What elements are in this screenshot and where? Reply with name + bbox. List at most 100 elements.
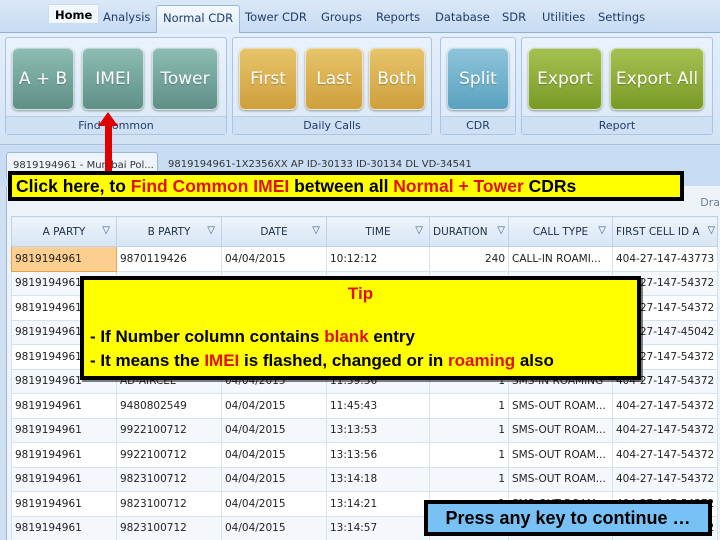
table-cell[interactable]: 13:13:56 xyxy=(326,442,430,468)
imei-button[interactable]: IMEI xyxy=(82,48,144,110)
table-cell[interactable]: 11:45:43 xyxy=(326,393,430,419)
table-row[interactable]: 9819194961 9922100712 04/04/2015 13:13:53 1 S… xyxy=(11,417,719,443)
last-button[interactable]: Last xyxy=(305,48,363,110)
callout-arrow-shaft xyxy=(105,124,112,174)
filter-icon[interactable]: ▽ xyxy=(207,225,215,236)
table-cell[interactable]: 04/04/2015 xyxy=(221,491,327,517)
tab-sdr[interactable]: SDR xyxy=(496,5,532,29)
callout-text: between all xyxy=(289,176,394,196)
tip-text: - It means the xyxy=(90,351,205,370)
table-cell[interactable]: SMS-OUT ROAM... xyxy=(508,417,613,443)
tip-text: is flashed, changed or in xyxy=(239,351,449,370)
table-cell[interactable]: 1 xyxy=(429,466,509,492)
filter-icon[interactable]: ▽ xyxy=(708,225,716,236)
tip-line-2: - It means the IMEI is flashed, changed … xyxy=(90,351,554,371)
tab-normal-cdr[interactable]: Normal CDR xyxy=(156,5,241,34)
table-cell[interactable]: 04/04/2015 xyxy=(221,246,327,272)
tab-tower-cdr[interactable]: Tower CDR xyxy=(239,5,313,29)
tab-utilities[interactable]: Utilities xyxy=(536,5,591,29)
first-button[interactable]: First xyxy=(239,48,297,110)
column-header-first-cell-id-a[interactable]: FIRST CELL ID A ▽ xyxy=(611,216,719,247)
tab-reports[interactable]: Reports xyxy=(370,5,426,29)
table-cell[interactable]: 9823100712 xyxy=(116,515,222,540)
table-cell[interactable]: 404-27-147-54372 xyxy=(611,393,719,419)
export-all-button[interactable]: Export All xyxy=(610,48,704,110)
table-cell[interactable]: 9922100712 xyxy=(116,442,222,468)
table-cell[interactable]: SMS-OUT ROAM... xyxy=(508,393,613,419)
table-cell[interactable]: 404-27-147-54372 xyxy=(611,442,719,468)
table-cell[interactable]: 10:12:12 xyxy=(326,246,430,272)
table-cell[interactable]: 1 xyxy=(429,393,509,419)
callout-highlight: Find Common IMEI xyxy=(130,176,290,196)
column-label: FIRST CELL ID A xyxy=(616,225,700,238)
table-cell[interactable]: 9480802549 xyxy=(116,393,222,419)
tip-callout: Tip - If Number column contains blank en… xyxy=(80,276,641,380)
column-header-duration[interactable]: DURATION ▽ xyxy=(429,216,509,247)
column-header-date[interactable]: DATE ▽ xyxy=(221,216,327,247)
table-cell[interactable]: 9819194961 xyxy=(11,491,117,517)
table-cell[interactable]: 1 xyxy=(429,417,509,443)
table-cell[interactable]: 9819194961 xyxy=(11,466,117,492)
table-cell[interactable]: 9819194961 xyxy=(11,442,117,468)
column-header-b-party[interactable]: B PARTY ▽ xyxy=(116,216,222,247)
table-cell[interactable]: 1 xyxy=(429,442,509,468)
table-cell[interactable]: 9922100712 xyxy=(116,417,222,443)
continue-prompt[interactable]: Press any key to continue … xyxy=(424,500,712,536)
table-cell[interactable]: 04/04/2015 xyxy=(221,466,327,492)
table-cell[interactable]: 9870119426 xyxy=(116,246,222,272)
table-cell[interactable]: 404-27-147-54372 xyxy=(611,417,719,443)
table-cell[interactable]: 404-27-147-54372 xyxy=(611,466,719,492)
table-cell[interactable]: 9819194961 xyxy=(11,393,117,419)
tip-highlight: roaming xyxy=(448,351,516,370)
table-row[interactable]: 9819194961 9922100712 04/04/2015 13:13:56 1 S… xyxy=(11,442,719,468)
table-cell[interactable]: 13:13:53 xyxy=(326,417,430,443)
table-cell[interactable]: 9819194961 xyxy=(11,417,117,443)
filter-icon[interactable]: ▽ xyxy=(598,225,606,236)
tower-button[interactable]: Tower xyxy=(152,48,218,110)
tip-line-1: - If Number column contains blank entry xyxy=(90,327,415,347)
column-header-a-party[interactable]: A PARTY ▽ xyxy=(11,216,117,247)
table-row[interactable]: 9819194961 9823100712 04/04/2015 13:14:18 1 S… xyxy=(11,466,719,492)
group-by-drag-hint: Dra xyxy=(700,196,720,209)
column-header-time[interactable]: TIME ▽ xyxy=(326,216,430,247)
table-row[interactable]: 9819194961 9870119426 04/04/2015 10:12:12 24… xyxy=(11,246,719,272)
a-plus-b-button[interactable]: A + B xyxy=(12,48,74,110)
table-cell[interactable]: 9819194961 xyxy=(11,515,117,540)
table-cell[interactable]: 13:14:21 xyxy=(326,491,430,517)
table-cell[interactable]: 04/04/2015 xyxy=(221,515,327,540)
filter-icon[interactable]: ▽ xyxy=(312,225,320,236)
table-cell[interactable]: 13:14:18 xyxy=(326,466,430,492)
tab-settings[interactable]: Settings xyxy=(592,5,651,29)
filter-icon[interactable]: ▽ xyxy=(102,225,110,236)
table-cell[interactable]: 04/04/2015 xyxy=(221,393,327,419)
filter-icon[interactable]: ▽ xyxy=(415,225,423,236)
table-cell[interactable]: 240 xyxy=(429,246,509,272)
table-cell[interactable]: 04/04/2015 xyxy=(221,417,327,443)
table-cell[interactable]: CALL-IN ROAMI... xyxy=(508,246,613,272)
table-cell[interactable]: 9823100712 xyxy=(116,491,222,517)
table-cell[interactable]: 404-27-147-43773 xyxy=(611,246,719,272)
split-button[interactable]: Split xyxy=(447,48,509,110)
group-daily-calls: First Last Both Daily Calls xyxy=(232,37,432,135)
export-button[interactable]: Export xyxy=(528,48,602,110)
callout-text: CDRs xyxy=(523,176,577,196)
tab-analysis[interactable]: Analysis xyxy=(97,5,156,29)
both-button[interactable]: Both xyxy=(369,48,425,110)
tab-database[interactable]: Database xyxy=(429,5,496,29)
table-header-row: A PARTY ▽ B PARTY ▽ DATE ▽ TIME ▽ DURATION ▽ … xyxy=(11,216,719,247)
filter-icon[interactable]: ▽ xyxy=(497,225,505,236)
callout-text: Click here, to xyxy=(16,176,131,196)
tab-home[interactable]: Home xyxy=(48,4,100,24)
group-label-report: Report xyxy=(522,116,712,134)
table-row[interactable]: 9819194961 9480802549 04/04/2015 11:45:43 1 S… xyxy=(11,393,719,419)
table-cell[interactable]: 9819194961 xyxy=(11,246,117,272)
table-cell[interactable]: SMS-OUT ROAM... xyxy=(508,442,613,468)
table-cell[interactable]: 9823100712 xyxy=(116,466,222,492)
table-cell[interactable]: SMS-OUT ROAM... xyxy=(508,466,613,492)
tab-groups[interactable]: Groups xyxy=(315,5,368,29)
column-label: CALL TYPE xyxy=(532,225,589,238)
table-cell[interactable]: 04/04/2015 xyxy=(221,442,327,468)
table-cell[interactable]: 13:14:57 xyxy=(326,515,430,540)
column-header-call-type[interactable]: CALL TYPE ▽ xyxy=(508,216,613,247)
tip-title: Tip xyxy=(347,284,374,303)
